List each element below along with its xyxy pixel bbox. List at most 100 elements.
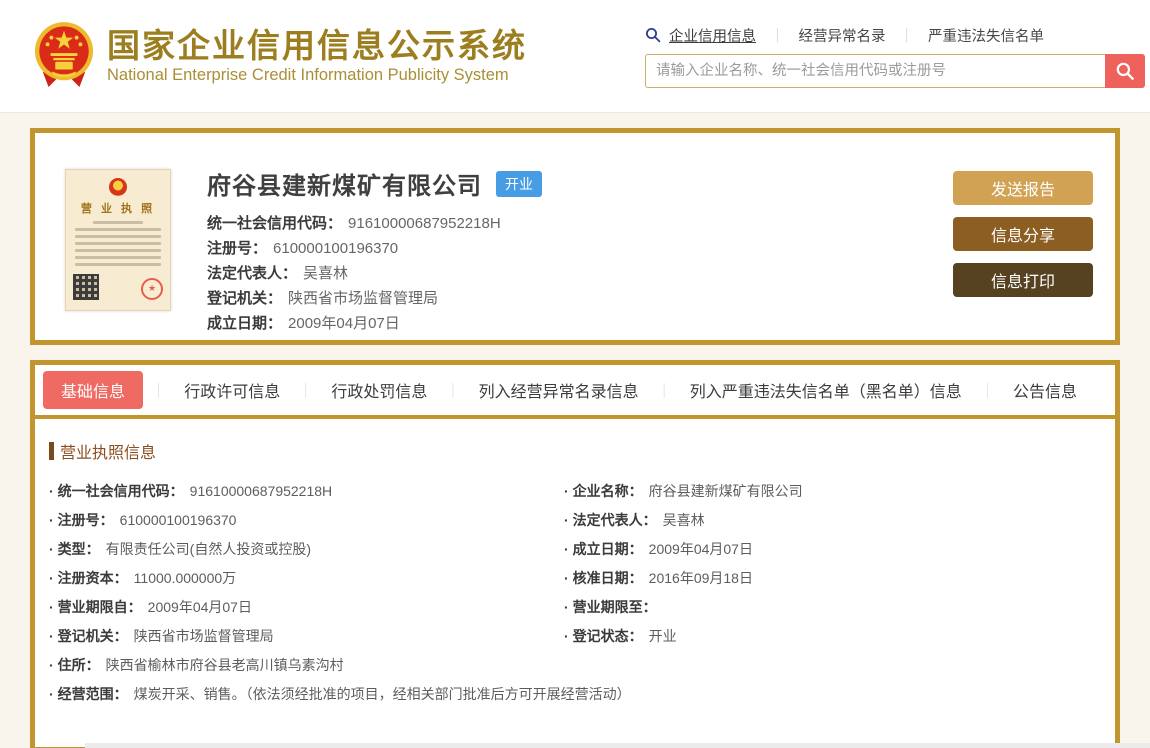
field-label: 登记机关： xyxy=(57,628,128,644)
site-title-block: 国家企业信用信息公示系统 National Enterprise Credit … xyxy=(107,27,527,86)
field-label: 成立日期： xyxy=(207,315,283,332)
field-label: 注册号： xyxy=(57,512,114,528)
field-value: 610000100196370 xyxy=(273,240,399,257)
site-header: 国家企业信用信息公示系统 National Enterprise Credit … xyxy=(0,0,1150,113)
license-field-row: 营业期限至： xyxy=(564,593,1101,622)
summary-field-row: 成立日期： 2009年04月07日 xyxy=(207,311,1115,336)
field-value: 有限责任公司(自然人投资或控股) xyxy=(105,541,311,557)
field-label: 营业期限自： xyxy=(57,599,142,615)
field-value: 2009年04月07日 xyxy=(648,541,753,557)
license-field-row: 企业名称： 府谷县建新煤矿有限公司 xyxy=(564,477,1101,506)
field-label: 住所： xyxy=(57,657,100,673)
nav-item[interactable]: 经营异常名录 xyxy=(799,25,886,46)
field-label: 统一社会信用代码： xyxy=(57,483,184,499)
field-label: 类型： xyxy=(57,541,100,557)
site-subtitle: National Enterprise Credit Information P… xyxy=(107,66,509,85)
field-label: 法定代表人： xyxy=(572,512,657,528)
license-emblem-icon xyxy=(109,178,127,196)
detail-card: 基础信息 ｜ 行政许可信息 ｜ 行政处罚信息 ｜ 列入经营异常名录信息 ｜ 列入严重违法… xyxy=(30,360,1120,748)
field-value: 2016年09月18日 xyxy=(648,570,753,586)
license-field-row: 核准日期： 2016年09月18日 xyxy=(564,564,1101,593)
license-field-row: 成立日期： 2009年04月07日 xyxy=(564,535,1101,564)
field-value: 2009年04月07日 xyxy=(288,315,400,332)
section-title: 营业执照信息 xyxy=(49,439,1101,463)
field-label: 营业期限至： xyxy=(572,599,657,615)
license-field-row: 经营范围： 煤炭开采、销售。（依法须经批准的项目，经相关部门批准后方可开展经营活动… xyxy=(49,680,1101,709)
license-field-row: 登记状态： 开业 xyxy=(564,622,1101,651)
field-label: 法定代表人： xyxy=(207,265,298,282)
action-button[interactable]: 信息打印 xyxy=(953,263,1093,297)
tab-separator: ｜ xyxy=(298,382,314,400)
license-field-row: 登记机关： 陕西省市场监督管理局 xyxy=(49,622,564,651)
section-title-bar-icon xyxy=(49,442,54,460)
license-fields-full-rows: 住所： 陕西省榆林市府谷县老高川镇乌素沟村 经营范围： 煤炭开采、销售。（依法须经批… xyxy=(49,651,1101,709)
tab-separator: ｜ xyxy=(445,382,461,400)
field-value: 陕西省市场监督管理局 xyxy=(133,628,274,644)
field-value: 陕西省市场监督管理局 xyxy=(288,290,439,307)
nav-separator: ｜ xyxy=(899,28,915,45)
nav-item[interactable]: 企业信用信息 xyxy=(669,25,756,46)
search-category-nav: 企业信用信息 ｜ 经营异常名录 ｜ 严重违法失信名单 xyxy=(645,25,1145,46)
field-value: 11000.000000万 xyxy=(133,570,237,586)
field-value: 610000100196370 xyxy=(119,512,237,528)
business-license-thumbnail[interactable]: 营 业 执 照 xyxy=(65,169,171,311)
search-input[interactable] xyxy=(645,53,1105,88)
nav-item[interactable]: 严重违法失信名单 xyxy=(928,25,1044,46)
field-label: 登记状态： xyxy=(572,628,643,644)
field-label: 核准日期： xyxy=(572,570,643,586)
tab-separator: ｜ xyxy=(656,382,672,400)
license-field-row: 注册资本： 11000.000000万 xyxy=(49,564,564,593)
tab-item[interactable]: 列入经营异常名录信息 xyxy=(469,371,649,409)
license-field-row: 住所： 陕西省榆林市府谷县老高川镇乌素沟村 xyxy=(49,651,1101,680)
action-button[interactable]: 信息分享 xyxy=(953,217,1093,251)
tab-separator: ｜ xyxy=(151,382,167,400)
company-summary-card: 营 业 执 照 府谷县建新煤矿有限公司 开业 统一社会信用代码：91610000 xyxy=(30,128,1120,345)
license-field-row: 营业期限自： 2009年04月07日 xyxy=(49,593,564,622)
tab-item[interactable]: 列入严重违法失信名单（黑名单）信息 xyxy=(680,371,972,409)
field-label: 注册资本： xyxy=(57,570,128,586)
tab-bar: 基础信息 ｜ 行政许可信息 ｜ 行政处罚信息 ｜ 列入经营异常名录信息 ｜ 列入严重违法… xyxy=(35,365,1115,415)
main-area: 营 业 执 照 府谷县建新煤矿有限公司 开业 统一社会信用代码：91610000 xyxy=(0,113,1150,748)
license-field-row: 法定代表人： 吴喜林 xyxy=(564,506,1101,535)
tab-separator: ｜ xyxy=(979,382,995,400)
field-value: 府谷县建新煤矿有限公司 xyxy=(648,483,803,499)
field-value: 吴喜林 xyxy=(662,512,705,528)
search-icon xyxy=(645,27,661,43)
license-field-row: 类型： 有限责任公司(自然人投资或控股) xyxy=(49,535,564,564)
field-value: 煤炭开采、销售。（依法须经批准的项目，经相关部门批准后方可开展经营活动） xyxy=(133,686,631,702)
field-label: 企业名称： xyxy=(572,483,643,499)
field-label: 统一社会信用代码： xyxy=(207,215,343,232)
section-title-text: 营业执照信息 xyxy=(60,445,157,462)
field-label: 登记机关： xyxy=(207,290,283,307)
field-value: 91610000687952218H xyxy=(189,483,333,499)
field-value: 陕西省榆林市府谷县老高川镇乌素沟村 xyxy=(105,657,344,673)
license-field-row: 统一社会信用代码： 91610000687952218H xyxy=(49,477,564,506)
search-button-icon xyxy=(1116,62,1134,80)
field-label: 注册号： xyxy=(207,240,268,257)
national-emblem-logo xyxy=(33,21,95,94)
field-value: 吴喜林 xyxy=(303,265,349,282)
license-red-seal xyxy=(141,278,163,300)
action-button[interactable]: 发送报告 xyxy=(953,171,1093,205)
license-qr-code xyxy=(73,274,99,300)
tab-item[interactable]: 行政处罚信息 xyxy=(321,371,437,409)
tab-item[interactable]: 公告信息 xyxy=(1003,371,1087,409)
tab-item[interactable]: 行政许可信息 xyxy=(174,371,290,409)
horizontal-scrollbar[interactable] xyxy=(85,743,1150,748)
field-label: 成立日期： xyxy=(572,541,643,557)
detail-content: 营业执照信息 统一社会信用代码： 91610000687952218H 注册号： 6… xyxy=(35,419,1115,709)
field-label: 经营范围： xyxy=(57,686,128,702)
tab-item[interactable]: 基础信息 xyxy=(43,371,144,409)
nav-separator: ｜ xyxy=(770,28,785,45)
header-search-area: 企业信用信息 ｜ 经营异常名录 ｜ 严重违法失信名单 xyxy=(645,25,1145,88)
status-badge: 开业 xyxy=(496,170,542,197)
field-value: 开业 xyxy=(648,628,677,644)
company-name: 府谷县建新煤矿有限公司 xyxy=(207,173,482,200)
field-value: 2009年04月07日 xyxy=(147,599,252,615)
site-title: 国家企业信用信息公示系统 xyxy=(107,26,527,64)
license-thumb-title: 营 业 执 照 xyxy=(80,203,156,215)
search-button[interactable] xyxy=(1105,53,1145,88)
summary-actions: 发送报告 信息分享 信息打印 xyxy=(953,171,1093,309)
license-field-row: 注册号： 610000100196370 xyxy=(49,506,564,535)
field-value: 91610000687952218H xyxy=(348,215,501,232)
